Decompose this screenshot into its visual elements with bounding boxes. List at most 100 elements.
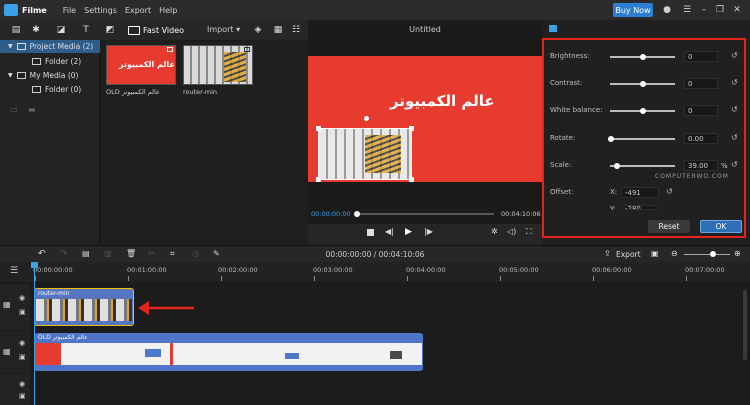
- sticker-icon[interactable]: ◩: [104, 24, 116, 36]
- undo-icon[interactable]: ↶: [38, 249, 46, 259]
- menu-icon[interactable]: ☰: [681, 4, 693, 16]
- clip-router-min[interactable]: router-min: [34, 288, 134, 326]
- reset-icon[interactable]: ↺: [731, 51, 738, 60]
- filter-icon[interactable]: ◪: [55, 24, 67, 36]
- brightness-slider[interactable]: [610, 54, 675, 60]
- lock-icon[interactable]: ▣: [19, 353, 26, 361]
- slider-knob[interactable]: [640, 108, 646, 114]
- redo-icon[interactable]: ↷: [60, 249, 68, 259]
- split-icon[interactable]: ✂: [148, 249, 155, 258]
- offset-y-value[interactable]: -280: [621, 205, 659, 210]
- scrubber-knob[interactable]: [354, 211, 360, 217]
- new-folder-icon[interactable]: ▭: [10, 105, 18, 114]
- stop-icon[interactable]: [367, 229, 374, 236]
- paste-icon[interactable]: ▥: [104, 249, 112, 258]
- resize-handle[interactable]: [316, 177, 321, 182]
- reset-icon[interactable]: ↺: [731, 78, 738, 87]
- white-balance-value[interactable]: 0: [684, 105, 718, 116]
- preview-scrubber[interactable]: [354, 211, 494, 217]
- image-properties-tab-icon[interactable]: [549, 25, 557, 32]
- collapse-arrow-icon[interactable]: ▼: [8, 72, 13, 79]
- sort-icon[interactable]: ☷: [290, 24, 302, 36]
- reset-icon[interactable]: ↺: [731, 160, 738, 169]
- menu-file[interactable]: File: [63, 6, 76, 15]
- speed-icon[interactable]: ◷: [192, 249, 199, 258]
- watermark-text: COMPUTERWO.COM: [655, 173, 729, 180]
- lock-icon[interactable]: ▣: [19, 392, 26, 400]
- tree-item-folder-2[interactable]: Folder (2): [0, 55, 100, 68]
- reset-icon[interactable]: ↺: [731, 133, 738, 142]
- media-icon[interactable]: ▤: [10, 24, 22, 36]
- menu-settings[interactable]: Settings: [84, 6, 117, 15]
- menu-export[interactable]: Export: [125, 6, 151, 15]
- previous-frame-icon[interactable]: ◀|: [385, 227, 394, 236]
- brightness-value[interactable]: 0: [684, 51, 718, 62]
- menu-help[interactable]: Help: [159, 6, 177, 15]
- ok-button[interactable]: OK: [700, 220, 742, 233]
- resize-handle[interactable]: [409, 126, 414, 131]
- playhead[interactable]: [34, 262, 35, 405]
- selected-image-overlay[interactable]: [316, 126, 414, 182]
- track-menu-icon[interactable]: ☰: [10, 266, 18, 276]
- play-icon[interactable]: ▶: [405, 227, 412, 237]
- slider-knob[interactable]: [608, 136, 614, 142]
- maximize-icon[interactable]: ❐: [714, 4, 726, 16]
- layers-icon[interactable]: ◈: [252, 24, 264, 36]
- media-thumbnail-router[interactable]: [183, 45, 253, 85]
- text-icon[interactable]: T: [80, 24, 92, 36]
- scale-slider[interactable]: [610, 163, 675, 169]
- delete-folder-icon[interactable]: ▬: [28, 105, 36, 114]
- tree-item-folder-0[interactable]: Folder (0): [0, 83, 100, 96]
- eye-icon[interactable]: ◉: [19, 380, 25, 388]
- tree-item-my-media[interactable]: ▼ My Media (0): [0, 69, 100, 82]
- playhead-handle[interactable]: [31, 262, 38, 268]
- reset-button[interactable]: Reset: [648, 220, 690, 233]
- zoom-in-icon[interactable]: ⊕: [734, 249, 741, 258]
- zoom-slider-knob[interactable]: [710, 251, 716, 257]
- eye-icon[interactable]: ◉: [19, 339, 25, 347]
- offset-x-value[interactable]: -491: [621, 187, 659, 198]
- reset-icon[interactable]: ↺: [666, 187, 673, 196]
- eye-icon[interactable]: ◉: [19, 294, 25, 302]
- import-dropdown[interactable]: Import ▾: [207, 25, 240, 34]
- settings-icon[interactable]: ✲: [491, 227, 498, 236]
- contrast-value[interactable]: 0: [684, 78, 718, 89]
- minimize-icon[interactable]: –: [698, 4, 710, 16]
- vertical-scrollbar[interactable]: [743, 290, 747, 360]
- fast-video-button[interactable]: Fast Video: [128, 24, 188, 36]
- next-frame-icon[interactable]: |▶: [424, 227, 433, 236]
- lock-icon[interactable]: ▣: [19, 308, 26, 316]
- slider-knob[interactable]: [640, 81, 646, 87]
- slider-knob[interactable]: [640, 54, 646, 60]
- grid-view-icon[interactable]: ▦: [272, 24, 284, 36]
- resize-handle[interactable]: [409, 177, 414, 182]
- reset-icon[interactable]: ↺: [731, 105, 738, 114]
- rotate-slider[interactable]: [608, 136, 675, 142]
- effects-icon[interactable]: ✱: [30, 24, 42, 36]
- preview-canvas[interactable]: عالم الكمبيوتر: [308, 56, 542, 182]
- export-button[interactable]: Export: [616, 250, 641, 259]
- export-icon[interactable]: ⇪: [604, 249, 611, 258]
- buy-now-button[interactable]: Buy Now: [613, 3, 653, 17]
- white-balance-slider[interactable]: [610, 108, 675, 114]
- crop-icon[interactable]: ⌗: [170, 249, 175, 259]
- media-thumbnail-old[interactable]: عالم الكمبيوتر: [106, 45, 176, 85]
- contrast-slider[interactable]: [610, 81, 675, 87]
- close-icon[interactable]: ✕: [731, 4, 743, 16]
- scale-value[interactable]: 39.00: [684, 160, 718, 171]
- account-icon[interactable]: ●: [661, 4, 673, 16]
- volume-icon[interactable]: ◁): [507, 227, 516, 236]
- fullscreen-icon[interactable]: ⛶: [526, 227, 532, 237]
- screenshot-icon[interactable]: ▣: [651, 249, 659, 258]
- edit-icon[interactable]: ✎: [213, 249, 220, 258]
- collapse-arrow-icon[interactable]: ▼: [8, 43, 13, 50]
- clip-old-computer-world[interactable]: OLD عالم الكمبيوتر: [34, 333, 423, 371]
- rotate-value[interactable]: 0.00: [684, 133, 718, 144]
- copy-icon[interactable]: ▤: [82, 249, 90, 258]
- slider-knob[interactable]: [614, 163, 620, 169]
- delete-icon[interactable]: 🗑: [126, 249, 136, 258]
- tree-item-project-media[interactable]: ▼ Project Media (2): [0, 40, 100, 53]
- zoom-slider[interactable]: [684, 251, 730, 257]
- resize-handle[interactable]: [316, 126, 321, 131]
- zoom-out-icon[interactable]: ⊖: [671, 249, 678, 258]
